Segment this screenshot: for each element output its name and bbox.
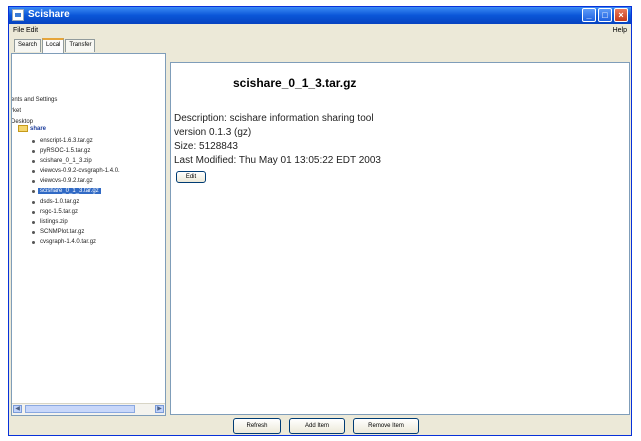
menu-help[interactable]: Help (613, 27, 627, 34)
file-tree[interactable]: ents and Settings rket Desktop share ens… (11, 53, 166, 416)
tree-item[interactable]: enscript-1.6.3.tar.gz (40, 138, 93, 144)
scroll-thumb[interactable] (25, 405, 135, 413)
tree-node-partial[interactable]: ents and Settings (12, 97, 57, 103)
menu-file[interactable]: File (13, 27, 24, 34)
title-bar[interactable]: Scishare _ □ × (9, 7, 631, 24)
horizontal-scrollbar[interactable]: ◀ ▶ (12, 403, 165, 415)
minimize-icon[interactable]: _ (582, 8, 596, 22)
file-icon (32, 170, 35, 173)
close-icon[interactable]: × (614, 8, 628, 22)
detail-description: Description: scishare information sharin… (174, 113, 374, 124)
menu-bar: File Edit Help (9, 24, 631, 38)
tree-item[interactable]: SCNMPlot.tar.gz (40, 229, 84, 235)
app-window: Scishare _ □ × File Edit Help Search Loc… (8, 6, 632, 436)
detail-size: Size: 5128843 (174, 141, 238, 152)
tree-item[interactable]: pyRSOC-1.5.tar.gz (40, 148, 90, 154)
tree-item-selected[interactable]: scishare_0_1_3.tar.gz (38, 188, 101, 194)
app-icon (12, 9, 24, 21)
file-icon (32, 150, 35, 153)
tab-search[interactable]: Search (14, 39, 42, 52)
edit-button[interactable]: Edit (176, 171, 206, 183)
folder-icon (18, 125, 28, 132)
tab-bar: Search Local Transfer (14, 38, 96, 53)
maximize-icon[interactable]: □ (598, 8, 612, 22)
tree-item[interactable]: rsgc-1.5.tar.gz (40, 209, 78, 215)
scroll-right-icon[interactable]: ▶ (155, 405, 164, 413)
file-icon (32, 221, 35, 224)
tree-folder-share[interactable]: share (30, 126, 46, 132)
tree-item[interactable]: listings.zip (40, 219, 68, 225)
file-icon (32, 180, 35, 183)
file-icon (32, 231, 35, 234)
menu-edit[interactable]: Edit (26, 27, 38, 34)
scroll-left-icon[interactable]: ◀ (13, 405, 22, 413)
file-icon (32, 211, 35, 214)
tab-local[interactable]: Local (42, 38, 65, 53)
tree-item[interactable]: cvsgraph-1.4.0.tar.gz (40, 239, 96, 245)
tab-transfer[interactable]: Transfer (65, 39, 96, 52)
add-item-button[interactable]: Add Item (289, 418, 345, 434)
tree-item[interactable]: dsds-1.0.tar.gz (40, 199, 79, 205)
window-controls: _ □ × (582, 8, 628, 22)
tree-node-partial[interactable]: rket (12, 108, 21, 114)
file-icon (32, 140, 35, 143)
file-icon (32, 201, 35, 204)
detail-panel: scishare_0_1_3.tar.gz Description: scish… (170, 62, 630, 415)
file-icon (32, 241, 35, 244)
file-icon (32, 160, 35, 163)
action-bar: Refresh Add Item Remove Item (9, 417, 631, 435)
file-icon (32, 190, 35, 193)
refresh-button[interactable]: Refresh (233, 418, 281, 434)
detail-version: version 0.1.3 (gz) (174, 127, 252, 138)
tree-item[interactable]: viewcvs-0.9.2-cvsgraph-1.4.0. (40, 168, 120, 174)
detail-modified: Last Modified: Thu May 01 13:05:22 EDT 2… (174, 155, 381, 166)
remove-item-button[interactable]: Remove Item (353, 418, 419, 434)
tree-item[interactable]: viewcvs-0.9.2.tar.gz (40, 178, 93, 184)
window-title: Scishare (28, 9, 70, 20)
tree-item[interactable]: scishare_0_1_3.zip (40, 158, 92, 164)
detail-title: scishare_0_1_3.tar.gz (233, 76, 357, 90)
